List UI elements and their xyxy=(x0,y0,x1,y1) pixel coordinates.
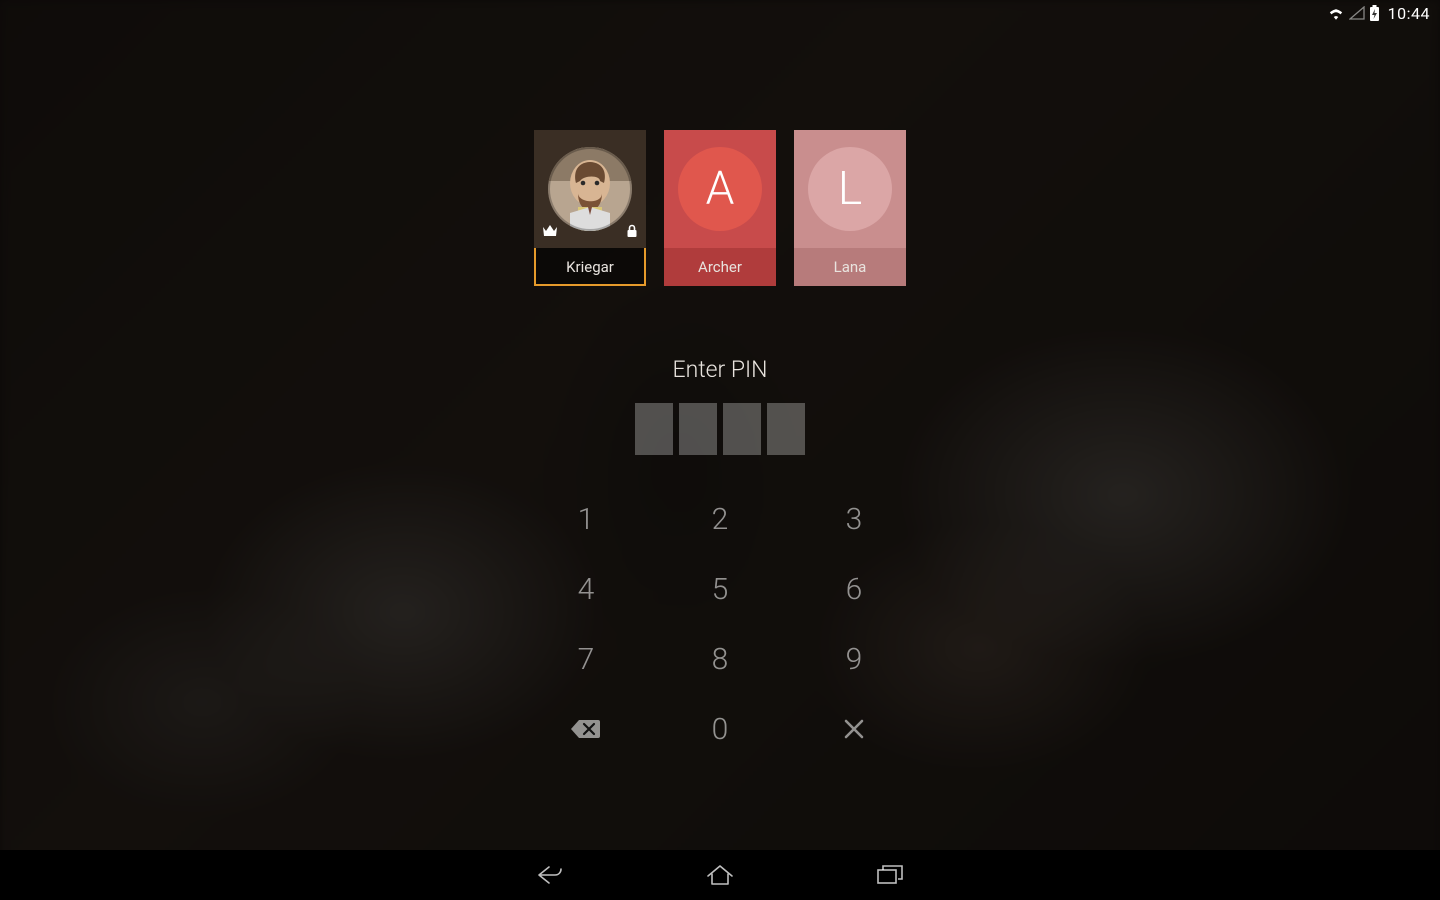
keypad-cancel[interactable] xyxy=(798,695,910,763)
pin-input[interactable] xyxy=(635,403,805,455)
profile-list: Kriegar A Archer L Lana xyxy=(534,130,906,286)
keypad-3[interactable]: 3 xyxy=(798,485,910,553)
profile-name: Archer xyxy=(664,248,776,286)
profile-image: A xyxy=(664,130,776,248)
battery-charging-icon xyxy=(1369,5,1380,22)
keypad-4[interactable]: 4 xyxy=(530,555,642,623)
profile-card-lana[interactable]: L Lana xyxy=(794,130,906,286)
keypad-6[interactable]: 6 xyxy=(798,555,910,623)
crown-icon xyxy=(542,223,558,242)
keypad-1[interactable]: 1 xyxy=(530,485,642,553)
keypad-7[interactable]: 7 xyxy=(530,625,642,693)
pin-section: Enter PIN xyxy=(635,356,805,455)
profile-card-archer[interactable]: A Archer xyxy=(664,130,776,286)
keypad-2[interactable]: 2 xyxy=(664,485,776,553)
home-button[interactable] xyxy=(705,860,735,890)
recents-button[interactable] xyxy=(875,860,905,890)
wifi-icon xyxy=(1327,6,1345,20)
pin-digit xyxy=(723,403,761,455)
keypad-0[interactable]: 0 xyxy=(664,695,776,763)
signal-icon xyxy=(1349,6,1365,20)
lock-icon xyxy=(626,223,638,242)
pin-digit xyxy=(679,403,717,455)
avatar: L xyxy=(808,147,892,231)
pin-digit xyxy=(635,403,673,455)
profile-name: Kriegar xyxy=(534,248,646,286)
pin-title: Enter PIN xyxy=(635,356,805,383)
android-navbar xyxy=(0,850,1440,900)
avatar: A xyxy=(678,147,762,231)
backspace-icon xyxy=(570,718,602,740)
profile-card-kriegar[interactable]: Kriegar xyxy=(534,130,646,286)
keypad-5[interactable]: 5 xyxy=(664,555,776,623)
profile-name: Lana xyxy=(794,248,906,286)
keypad: 123 456 7890 xyxy=(530,485,910,763)
keypad-9[interactable]: 9 xyxy=(798,625,910,693)
profile-image: L xyxy=(794,130,906,248)
keypad-backspace[interactable] xyxy=(530,695,642,763)
close-icon xyxy=(843,718,865,740)
status-bar: 10:44 xyxy=(0,0,1440,26)
avatar xyxy=(548,147,632,231)
keypad-8[interactable]: 8 xyxy=(664,625,776,693)
pin-digit xyxy=(767,403,805,455)
profile-image xyxy=(534,130,646,248)
status-time: 10:44 xyxy=(1388,4,1430,23)
back-button[interactable] xyxy=(535,860,565,890)
